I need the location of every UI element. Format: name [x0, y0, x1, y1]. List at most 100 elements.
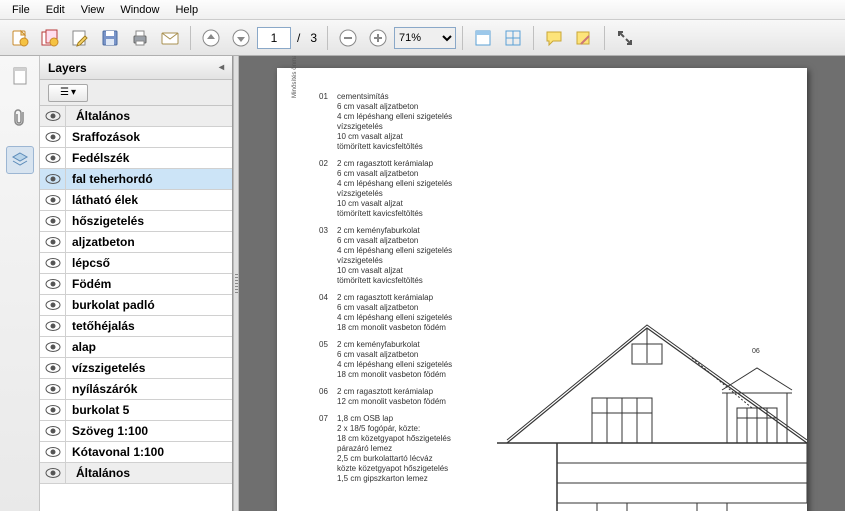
comment-icon[interactable]: [540, 24, 568, 52]
separator: [190, 26, 191, 50]
layer-row[interactable]: Szöveg 1:100: [40, 421, 232, 442]
thumbnail-tool-icon[interactable]: [6, 62, 34, 90]
layer-visibility-icon[interactable]: [40, 463, 66, 483]
layer-visibility-icon[interactable]: [40, 211, 66, 231]
layer-row[interactable]: burkolat 5: [40, 400, 232, 421]
menu-view[interactable]: View: [73, 1, 113, 19]
layer-list[interactable]: Általános Sraffozások Fedélszék fal teherho…: [40, 106, 232, 511]
layer-label: Fedélszék: [66, 151, 232, 165]
layer-visibility-icon[interactable]: [40, 232, 66, 252]
layer-label: Általános: [66, 466, 232, 480]
layer-visibility-icon[interactable]: [40, 421, 66, 441]
layer-row[interactable]: Általános: [40, 106, 232, 127]
zoom-select[interactable]: 71%: [394, 27, 456, 49]
spec-number: 02: [319, 159, 337, 219]
layer-label: fal teherhordó: [66, 172, 232, 186]
attachment-tool-icon[interactable]: [6, 104, 34, 132]
separator: [462, 26, 463, 50]
read-mode-icon[interactable]: [469, 24, 497, 52]
layer-visibility-icon[interactable]: [40, 253, 66, 273]
layer-visibility-icon[interactable]: [40, 274, 66, 294]
architectural-drawing: 06: [497, 268, 807, 511]
layer-row[interactable]: Kótavonal 1:100: [40, 442, 232, 463]
layer-label: burkolat 5: [66, 403, 232, 417]
layer-row[interactable]: Fedélszék: [40, 148, 232, 169]
spec-lines: 2 cm keményfaburkolat6 cm vasalt aljzatb…: [337, 226, 452, 286]
panel-splitter[interactable]: [233, 56, 239, 511]
spec-lines: 2 cm ragasztott kerámialap6 cm vasalt al…: [337, 159, 452, 219]
layer-label: aljzatbeton: [66, 235, 232, 249]
zoom-in-icon[interactable]: [364, 24, 392, 52]
layer-visibility-icon[interactable]: [40, 358, 66, 378]
layer-label: nyílászárók: [66, 382, 232, 396]
grid-icon[interactable]: [499, 24, 527, 52]
layer-label: Általános: [66, 109, 232, 123]
layer-label: lépcső: [66, 256, 232, 270]
layer-visibility-icon[interactable]: [40, 316, 66, 336]
layer-row[interactable]: tetőhéjalás: [40, 316, 232, 337]
layer-visibility-icon[interactable]: [40, 295, 66, 315]
email-icon[interactable]: [156, 24, 184, 52]
layer-visibility-icon[interactable]: [40, 442, 66, 462]
layers-options-button[interactable]: ☰▾: [48, 84, 88, 102]
highlight-icon[interactable]: [570, 24, 598, 52]
page-up-icon[interactable]: [197, 24, 225, 52]
menu-edit[interactable]: Edit: [38, 1, 73, 19]
document-page: Minősítés önmagában nem alkalmas. Építés…: [277, 68, 807, 511]
edit-icon[interactable]: [66, 24, 94, 52]
spec-number: 06: [319, 387, 337, 407]
layer-row[interactable]: vízszigetelés: [40, 358, 232, 379]
layer-visibility-icon[interactable]: [40, 127, 66, 147]
layer-label: tetőhéjalás: [66, 319, 232, 333]
page-current-input[interactable]: [257, 27, 291, 49]
separator: [604, 26, 605, 50]
spec-item: 022 cm ragasztott kerámialap6 cm vasalt …: [319, 159, 795, 219]
panel-title: Layers: [48, 61, 87, 75]
layer-row[interactable]: hőszigetelés: [40, 211, 232, 232]
layer-row[interactable]: alap: [40, 337, 232, 358]
layer-row[interactable]: látható élek: [40, 190, 232, 211]
layer-visibility-icon[interactable]: [40, 148, 66, 168]
layer-row[interactable]: fal teherhordó: [40, 169, 232, 190]
layer-row[interactable]: Általános: [40, 463, 232, 484]
layer-visibility-icon[interactable]: [40, 190, 66, 210]
page-down-icon[interactable]: [227, 24, 255, 52]
layer-row[interactable]: aljzatbeton: [40, 232, 232, 253]
layer-row[interactable]: lépcső: [40, 253, 232, 274]
menu-file[interactable]: File: [4, 1, 38, 19]
layer-row[interactable]: burkolat padló: [40, 295, 232, 316]
layer-visibility-icon[interactable]: [40, 400, 66, 420]
layer-label: vízszigetelés: [66, 361, 232, 375]
menu-window[interactable]: Window: [112, 1, 167, 19]
layer-visibility-icon[interactable]: [40, 337, 66, 357]
panel-collapse-icon[interactable]: ◂: [219, 62, 224, 73]
spec-number: 05: [319, 340, 337, 380]
layer-row[interactable]: Födém: [40, 274, 232, 295]
layer-visibility-icon[interactable]: [40, 169, 66, 189]
layer-row[interactable]: nyílászárók: [40, 379, 232, 400]
save-icon[interactable]: [96, 24, 124, 52]
layers-tool-icon[interactable]: [6, 146, 34, 174]
layer-row[interactable]: Sraffozások: [40, 127, 232, 148]
side-tools: [0, 56, 40, 511]
document-area[interactable]: Minősítés önmagában nem alkalmas. Építés…: [239, 56, 845, 511]
layer-label: Födém: [66, 277, 232, 291]
layer-label: látható élek: [66, 193, 232, 207]
spec-lines: 2 cm keményfaburkolat6 cm vasalt aljzatb…: [337, 340, 452, 380]
menubar: File Edit View Window Help: [0, 0, 845, 20]
layer-label: Sraffozások: [66, 130, 232, 144]
layer-label: alap: [66, 340, 232, 354]
combine-icon[interactable]: [36, 24, 64, 52]
layer-visibility-icon[interactable]: [40, 379, 66, 399]
separator: [533, 26, 534, 50]
fullscreen-icon[interactable]: [611, 24, 639, 52]
spec-lines: 2 cm ragasztott kerámialap12 cm monolit …: [337, 387, 446, 407]
spec-lines: cementsimítás6 cm vasalt aljzatbeton4 cm…: [337, 92, 452, 152]
create-pdf-icon[interactable]: [6, 24, 34, 52]
spec-number: 01: [319, 92, 337, 152]
svg-text:06: 06: [752, 348, 760, 355]
layer-visibility-icon[interactable]: [40, 106, 66, 126]
menu-help[interactable]: Help: [167, 1, 206, 19]
print-icon[interactable]: [126, 24, 154, 52]
zoom-out-icon[interactable]: [334, 24, 362, 52]
